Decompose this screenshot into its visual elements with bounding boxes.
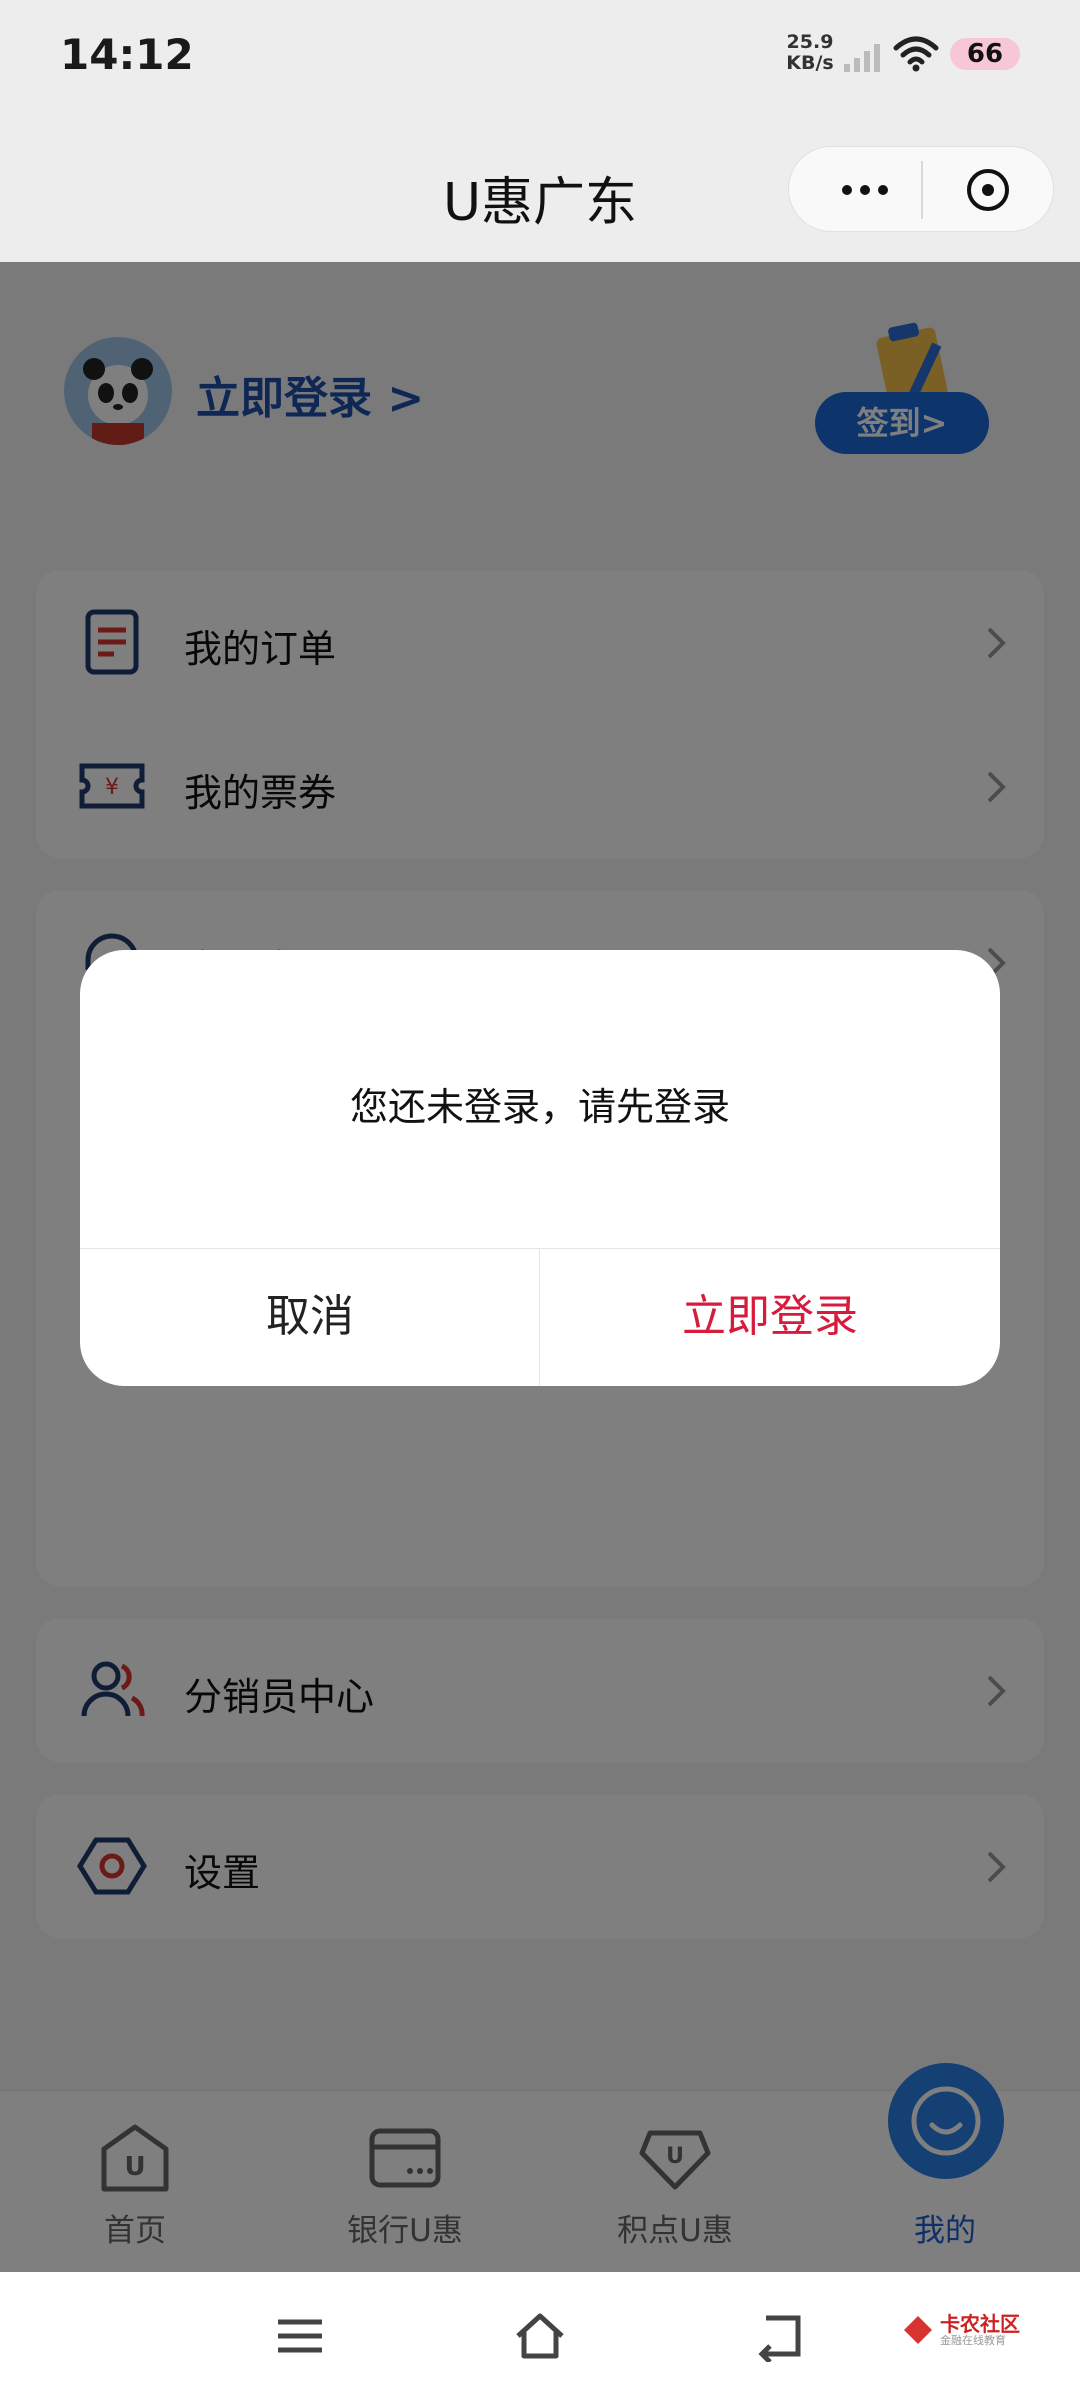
capsule-divider — [921, 161, 923, 219]
menu-icon[interactable] — [272, 2310, 328, 2362]
more-icon[interactable] — [825, 165, 905, 215]
battery-level: 66 — [950, 38, 1020, 70]
mini-program-navbar: U惠广东 — [0, 110, 1080, 262]
status-time: 14:12 — [60, 30, 194, 79]
login-required-dialog: 您还未登录，请先登录 取消 立即登录 — [80, 950, 1000, 1386]
system-navigation-bar: 卡农社区 金融在线教育 — [0, 2272, 1080, 2400]
watermark-subtitle: 金融在线教育 — [940, 2334, 1006, 2347]
back-icon[interactable] — [752, 2310, 808, 2362]
dialog-message: 您还未登录，请先登录 — [349, 1085, 730, 1129]
capsule-menu — [788, 146, 1054, 232]
signal-icon — [844, 44, 880, 72]
wifi-icon — [893, 36, 939, 72]
network-speed: 25.9 KB/s — [780, 32, 840, 74]
cancel-button[interactable]: 取消 — [80, 1248, 540, 1386]
network-speed-unit: KB/s — [786, 52, 834, 74]
login-now-button[interactable]: 立即登录 — [540, 1248, 1000, 1386]
watermark-logo-icon — [904, 2316, 932, 2344]
home-icon[interactable] — [512, 2310, 568, 2362]
close-icon[interactable] — [965, 167, 1011, 213]
watermark: 卡农社区 金融在线教育 — [900, 2308, 1020, 2358]
network-speed-value: 25.9 — [786, 31, 834, 53]
status-bar: 14:12 25.9 KB/s 66 — [0, 0, 1080, 110]
